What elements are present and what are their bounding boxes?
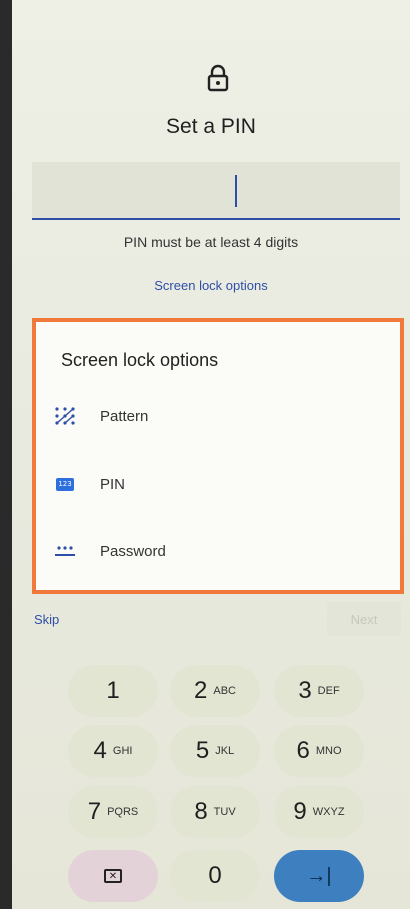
- pin-input[interactable]: [32, 162, 400, 220]
- key-1[interactable]: 1: [68, 665, 158, 717]
- key-8-digit: 8: [194, 798, 208, 825]
- key-3-digit: 3: [298, 677, 312, 704]
- key-7-digit: 7: [87, 798, 102, 825]
- option-pin[interactable]: 123 PIN: [36, 456, 400, 512]
- option-password[interactable]: Password: [36, 523, 400, 579]
- key-4[interactable]: 4 GHI: [68, 725, 158, 777]
- option-pattern-label: Pattern: [100, 407, 149, 425]
- key-6-letters: MNO: [315, 745, 342, 757]
- key-5-digit: 5: [195, 737, 210, 764]
- key-6[interactable]: 6 MNO: [274, 725, 364, 777]
- page-title: Set a PIN: [166, 115, 256, 138]
- key-2-digit: 2: [194, 677, 208, 704]
- key-7[interactable]: 7 PQRS: [68, 786, 158, 838]
- option-pin-label: PIN: [100, 475, 126, 493]
- lock-icon: [207, 64, 229, 92]
- screen-lock-options-link[interactable]: Screen lock options: [12, 278, 410, 293]
- key-2[interactable]: 2 ABC: [170, 665, 260, 717]
- enter-arrow-icon: →|: [306, 864, 332, 887]
- screen-lock-options-dialog: Screen lock options Pattern 123 PIN Pass…: [32, 318, 404, 594]
- pin-123-icon: 123: [54, 474, 76, 494]
- screen: Set a PIN PIN must be at least 4 digits …: [12, 0, 410, 909]
- key-0[interactable]: 0: [170, 850, 260, 902]
- key-5[interactable]: 5 JKL: [170, 725, 260, 777]
- pin-hint: PIN must be at least 4 digits: [123, 234, 299, 250]
- backspace-icon: ✕: [104, 869, 122, 883]
- key-9[interactable]: 9 WXYZ: [274, 786, 364, 838]
- key-2-letters: ABC: [213, 685, 236, 697]
- key-4-letters: GHI: [112, 745, 133, 757]
- key-1-digit: 1: [106, 677, 120, 704]
- key-3[interactable]: 3 DEF: [274, 665, 364, 717]
- skip-button[interactable]: Skip: [34, 612, 59, 627]
- pattern-icon: [54, 406, 76, 426]
- key-3-letters: DEF: [317, 685, 340, 697]
- key-4-digit: 4: [93, 737, 107, 764]
- option-password-label: Password: [100, 542, 166, 560]
- option-pattern[interactable]: Pattern: [36, 388, 400, 444]
- next-button[interactable]: Next: [327, 602, 401, 636]
- key-6-digit: 6: [296, 737, 310, 764]
- key-8[interactable]: 8 TUV: [170, 786, 260, 838]
- pin-badge: 123: [56, 477, 74, 491]
- key-8-letters: TUV: [213, 806, 236, 818]
- dialog-title: Screen lock options: [61, 350, 219, 370]
- key-9-digit: 9: [293, 798, 307, 825]
- enter-key[interactable]: →|: [274, 850, 364, 902]
- key-7-letters: PQRS: [107, 806, 139, 818]
- key-0-digit: 0: [208, 862, 222, 889]
- text-cursor: [235, 175, 237, 207]
- key-5-letters: JKL: [215, 745, 235, 757]
- password-icon: [54, 541, 76, 561]
- delete-key[interactable]: ✕: [68, 850, 158, 902]
- key-9-letters: WXYZ: [312, 806, 345, 818]
